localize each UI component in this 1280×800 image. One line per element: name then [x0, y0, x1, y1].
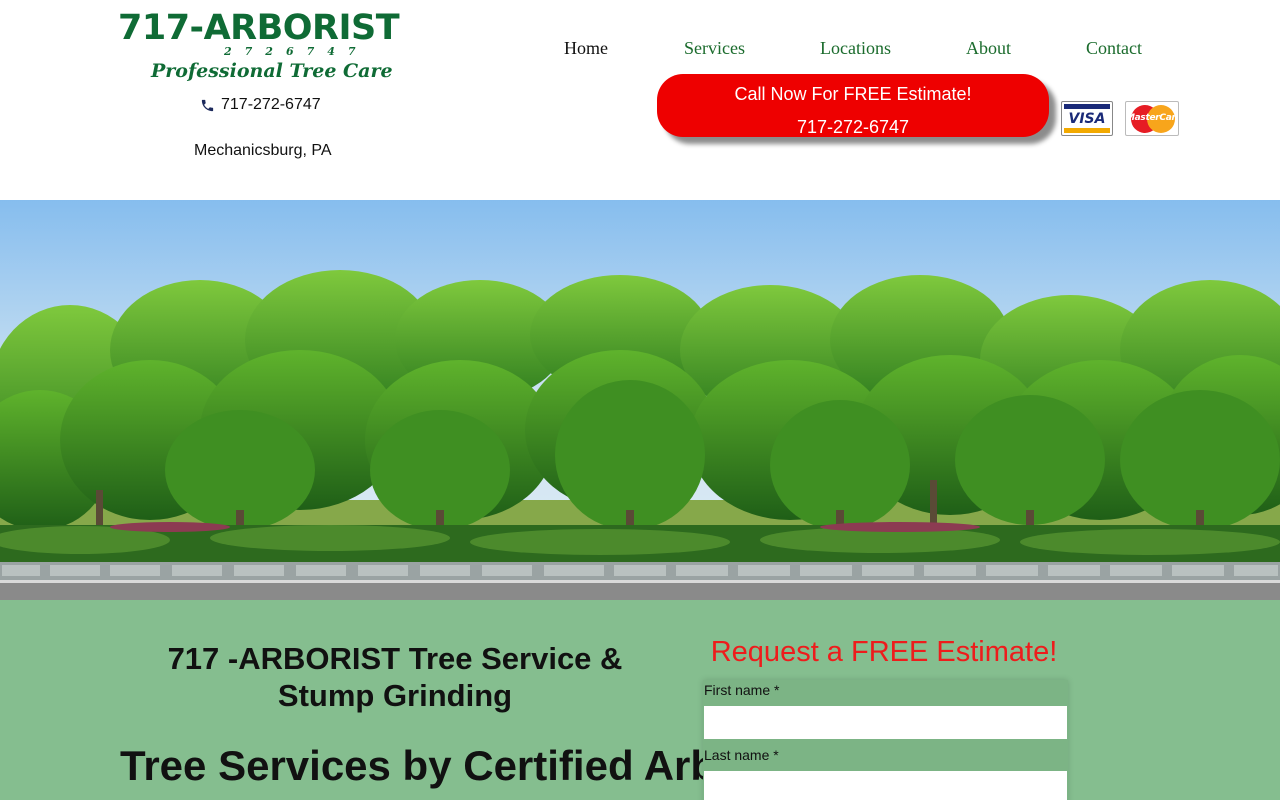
first-name-label: First name *: [704, 682, 780, 698]
brand-logo[interactable]: 717-ARBORIST 2726747 Professional Tree C…: [118, 8, 410, 88]
brand-name: 717-ARBORIST: [118, 8, 400, 48]
mastercard-label: MasterCard: [1126, 113, 1179, 123]
visa-card-icon: VISA: [1061, 101, 1113, 136]
last-name-label: Last name *: [704, 747, 779, 763]
estimate-form: First name * Last name *: [703, 680, 1068, 800]
last-name-input[interactable]: [704, 771, 1067, 800]
cta-text: Call Now For FREE Estimate!: [734, 84, 972, 104]
hero-image: [0, 200, 1280, 600]
phone-number: 717-272-6747: [221, 96, 321, 113]
site-header: 717-ARBORIST 2726747 Professional Tree C…: [0, 0, 1280, 200]
services-heading: Tree Services by Certified Arborists: [120, 742, 831, 789]
nav-contact[interactable]: Contact: [1086, 38, 1142, 59]
mastercard-icon: MasterCard: [1125, 101, 1179, 136]
phone-icon: [200, 98, 215, 113]
visa-label: VISA: [1068, 111, 1106, 127]
company-heading: 717 -ARBORIST Tree Service & Stump Grind…: [167, 641, 623, 713]
tree-row-illustration: [0, 200, 1280, 600]
first-name-input[interactable]: [704, 706, 1067, 739]
nav-locations[interactable]: Locations: [820, 38, 891, 59]
call-now-button[interactable]: Call Now For FREE Estimate! 717-272-6747: [657, 74, 1049, 137]
nav-about[interactable]: About: [966, 38, 1011, 59]
header-phone[interactable]: 717-272-6747: [200, 96, 321, 114]
location-text: Mechanicsburg, PA: [194, 142, 332, 159]
cta-phone: 717-272-6747: [796, 117, 910, 137]
intro-section: 717 -ARBORIST Tree Service & Stump Grind…: [0, 600, 1280, 800]
main-nav: Home Services Locations About Contact: [550, 38, 1170, 62]
estimate-form-title: Request a FREE Estimate!: [710, 636, 1058, 668]
brand-digits: 2726747: [224, 45, 369, 58]
nav-home[interactable]: Home: [564, 38, 608, 59]
brand-tagline: Professional Tree Care: [151, 60, 393, 82]
nav-services[interactable]: Services: [684, 38, 745, 59]
